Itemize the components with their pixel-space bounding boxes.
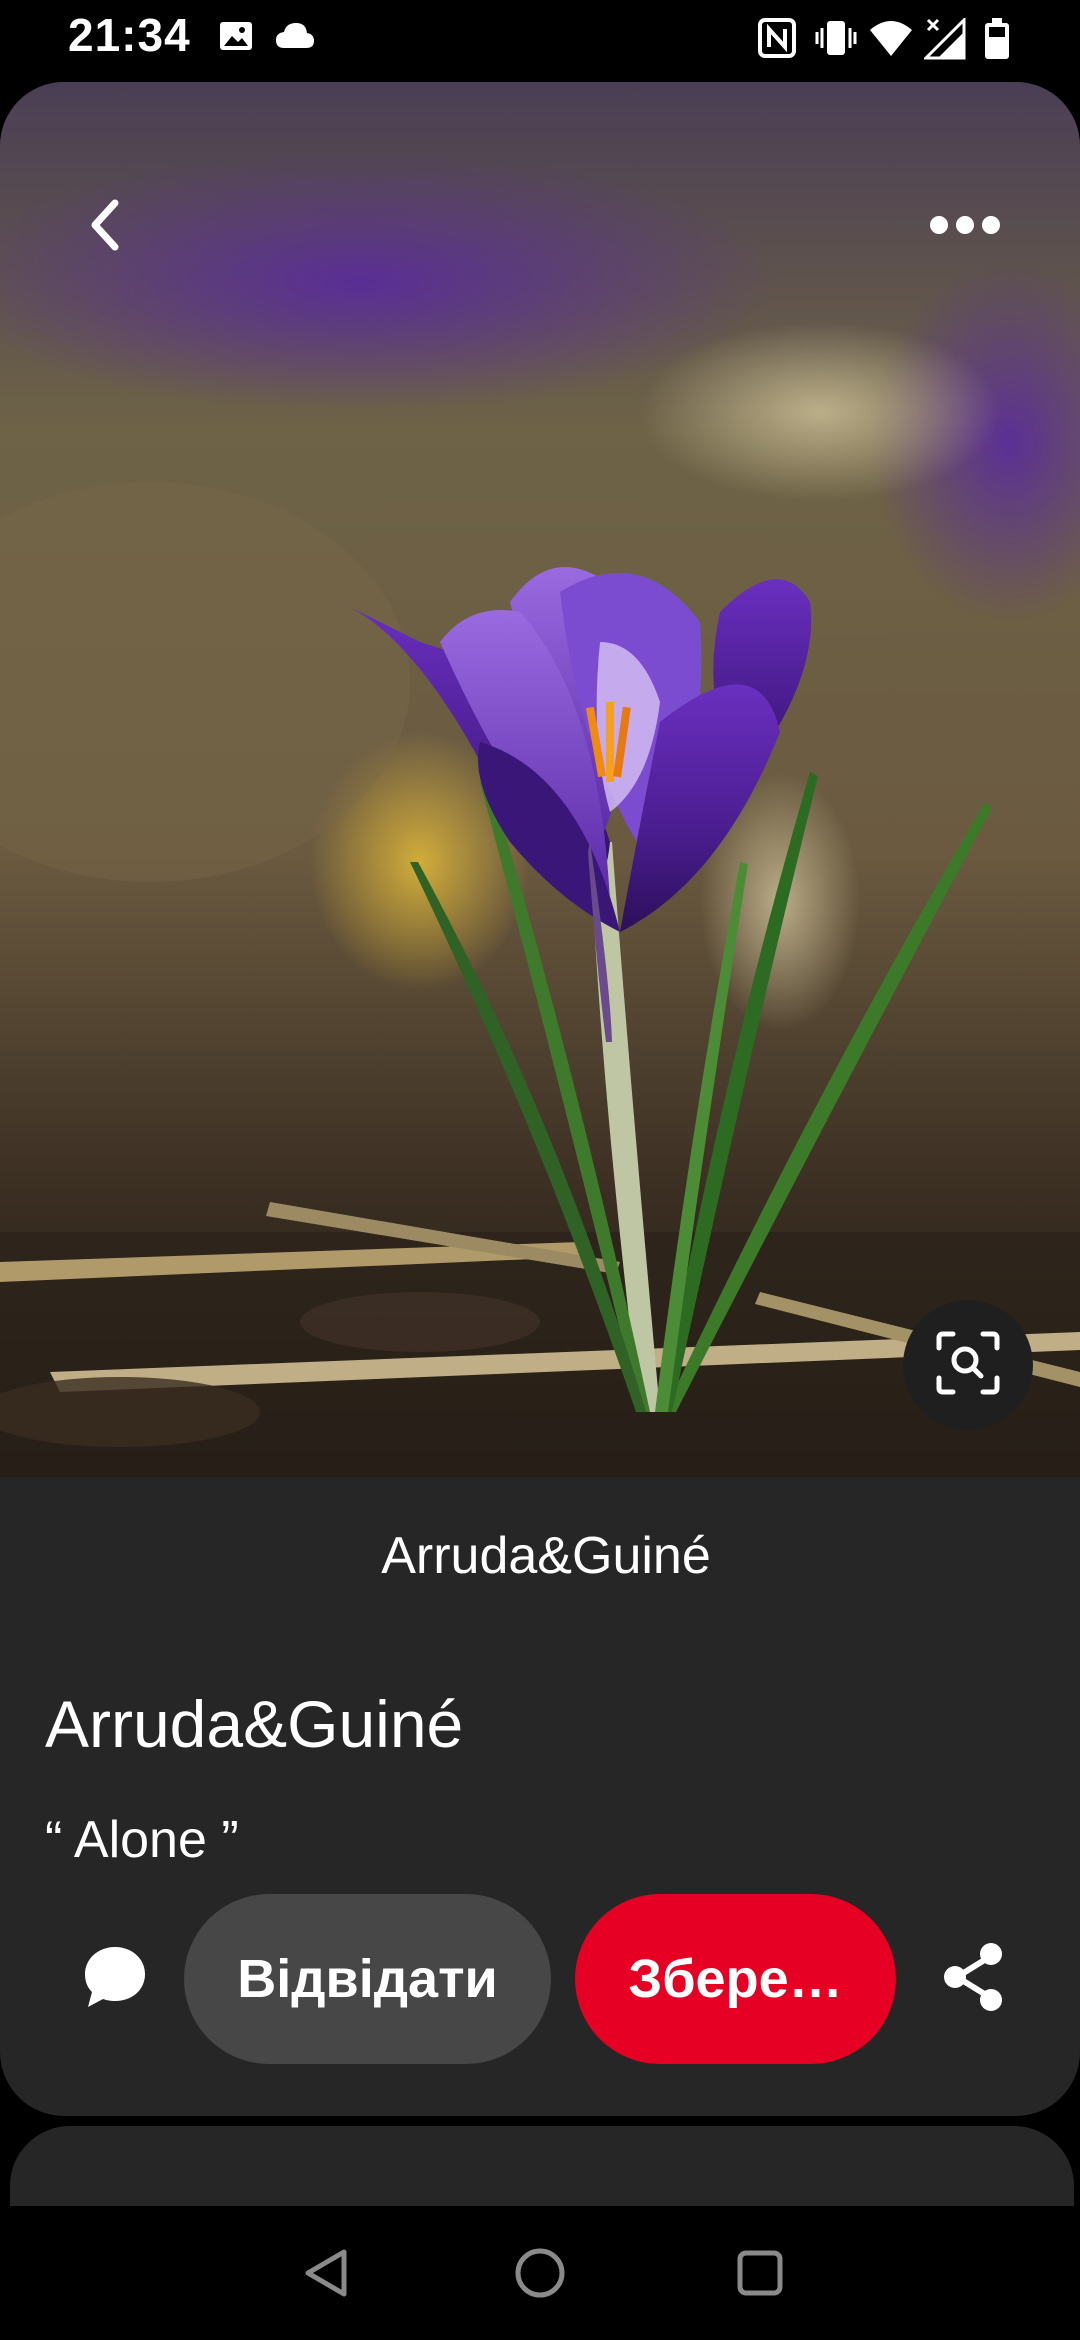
nfc-icon xyxy=(758,18,796,63)
more-horizontal-icon xyxy=(929,215,1001,240)
circle-home-icon xyxy=(513,2246,567,2305)
more-options-button[interactable] xyxy=(920,182,1010,272)
comment-icon xyxy=(82,1944,148,2015)
visit-button[interactable]: Відвідати xyxy=(184,1894,551,2064)
cloud-icon xyxy=(274,18,316,59)
comment-button[interactable] xyxy=(70,1934,160,2024)
visual-search-button[interactable] xyxy=(903,1300,1033,1430)
back-button[interactable] xyxy=(60,182,150,272)
signal-icon xyxy=(922,16,966,65)
pin-description: “ Alone ” xyxy=(45,1811,239,1869)
board-name[interactable]: Arruda&Guiné xyxy=(0,1526,1080,1586)
share-button[interactable] xyxy=(929,1934,1019,2024)
square-recents-icon xyxy=(735,2248,785,2303)
nav-home-button[interactable] xyxy=(505,2240,575,2310)
pin-card: Arruda&Guiné Arruda&Guiné “ Alone ” Відв… xyxy=(0,82,1080,2116)
triangle-back-icon xyxy=(300,2246,350,2305)
battery-icon xyxy=(984,18,1010,65)
visual-search-icon xyxy=(935,1330,1001,1401)
share-icon xyxy=(941,1942,1007,2017)
chevron-left-icon xyxy=(85,197,125,258)
status-bar: 21:34 xyxy=(0,0,1080,80)
vibrate-icon xyxy=(814,18,858,63)
nav-recents-button[interactable] xyxy=(725,2240,795,2310)
wifi-icon xyxy=(868,18,914,63)
pin-image[interactable] xyxy=(0,82,1080,1477)
nav-back-button[interactable] xyxy=(290,2240,360,2310)
image-icon xyxy=(218,18,254,59)
status-time: 21:34 xyxy=(68,9,191,61)
pin-title: Arruda&Guiné xyxy=(45,1687,464,1761)
save-button[interactable]: Збере… xyxy=(575,1894,896,2064)
